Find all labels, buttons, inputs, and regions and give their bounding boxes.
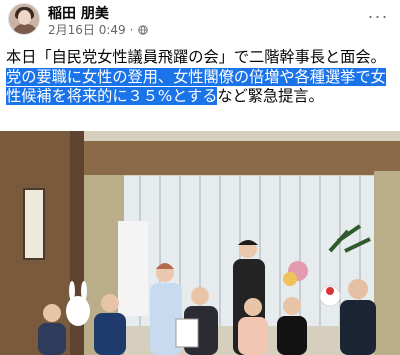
post-header: 稲田 朋美 2月16日 0:49 · ··· (0, 0, 400, 40)
post-body: 本日「自民党女性議員飛躍の会」で二階幹事長と面会。 党の要職に女性の登用、女性閣僚… (6, 48, 394, 107)
post-text-tail: など緊急提言。 (217, 87, 324, 105)
post-meta: 2月16日 0:49 · (48, 21, 148, 38)
post-timestamp[interactable]: 2月16日 0:49 (48, 21, 126, 38)
post-text-line1: 本日「自民党女性議員飛躍の会」で二階幹事長と面会。 (6, 48, 386, 66)
post-photo[interactable] (0, 131, 400, 355)
meta-separator: · (129, 22, 134, 37)
author-avatar[interactable] (8, 3, 40, 35)
more-options-button[interactable]: ··· (366, 6, 390, 26)
highlighted-text[interactable]: 党の要職に女性の登用、女性閣僚の倍増や各種選挙で女性候補を将来的に３５%とする (6, 67, 386, 105)
photo-scene (0, 131, 400, 355)
globe-icon (137, 24, 148, 35)
author-name[interactable]: 稲田 朋美 (48, 3, 109, 23)
